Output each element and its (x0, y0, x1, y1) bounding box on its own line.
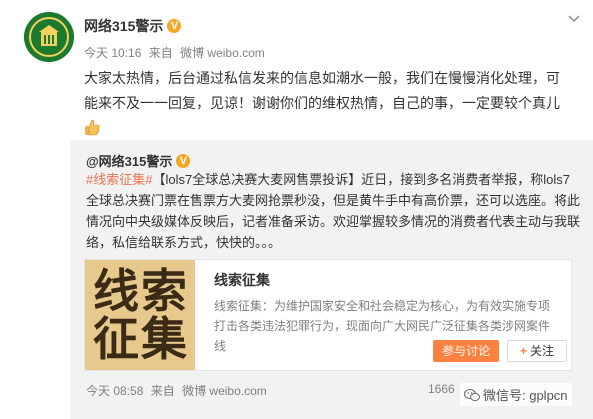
post-time[interactable]: 今天 10:16 (84, 46, 141, 60)
repost-author[interactable]: @网络315警示 V (86, 151, 191, 170)
repost-count[interactable]: 1666 (428, 382, 455, 396)
watermark: 微信号: gplpcn (460, 383, 572, 406)
weibo-post: 网络315警示 V 今天 10:16 来自 微博 weibo.com 大家太热情… (0, 0, 593, 419)
vip-badge-icon: V (167, 19, 182, 33)
vip-badge-icon: V (176, 153, 191, 168)
follow-button[interactable]: + 关注 (507, 340, 567, 362)
wechat-icon (464, 388, 480, 401)
post-author-name[interactable]: 网络315警示 (84, 16, 163, 36)
join-discussion-button[interactable]: 参与讨论 (433, 340, 499, 362)
post-meta: 今天 10:16 来自 微博 weibo.com (84, 44, 269, 61)
repost-box: @网络315警示 V #线索征集#【lols7全球总决赛大麦网售票投诉】近日，接… (70, 140, 593, 419)
plus-icon: + (519, 344, 527, 358)
repost-text: #线索征集#【lols7全球总决赛大麦网售票投诉】近日，接到多名消费者举报，称l… (86, 169, 581, 253)
repost-meta: 今天 08:58 来自 微博 weibo.com (86, 382, 271, 399)
topic-card-image[interactable]: 线 索 征 集 (85, 260, 195, 370)
repost-source-prefix: 来自 (150, 384, 175, 398)
post-source-prefix: 来自 (148, 46, 173, 60)
thumbs-up-icon (85, 119, 100, 136)
card-image-char: 线 (93, 264, 139, 318)
card-image-char: 集 (141, 312, 187, 366)
emblem-avatar-icon (24, 12, 74, 62)
post-text-content: 大家太热情，后台通过私信发来的信息如潮水一般，我们在慢慢消化处理，可能来不及一一… (84, 70, 560, 111)
repost-topic: 【lols7全球总决赛大麦网售票投诉】 (152, 172, 362, 187)
avatar[interactable] (24, 12, 74, 62)
watermark-text: 微信号: gplpcn (483, 388, 568, 403)
hashtag-link[interactable]: #线索征集# (86, 172, 152, 187)
topic-card-title[interactable]: 线索征集 (214, 270, 270, 290)
repost-time[interactable]: 今天 08:58 (86, 384, 143, 398)
repost-source[interactable]: 微博 weibo.com (182, 384, 267, 398)
card-image-char: 征 (93, 312, 139, 366)
repost-author-name[interactable]: @网络315警示 (86, 151, 172, 170)
chevron-down-icon[interactable] (567, 14, 581, 24)
topic-card[interactable]: 线 索 征 集 线索征集 线索征集：为维护国家安全和社会稳定为核心，为有效实施专… (84, 259, 572, 371)
card-image-char: 索 (141, 264, 187, 318)
post-source[interactable]: 微博 weibo.com (180, 46, 265, 60)
post-author[interactable]: 网络315警示 V (84, 16, 182, 36)
follow-label: 关注 (530, 344, 555, 358)
